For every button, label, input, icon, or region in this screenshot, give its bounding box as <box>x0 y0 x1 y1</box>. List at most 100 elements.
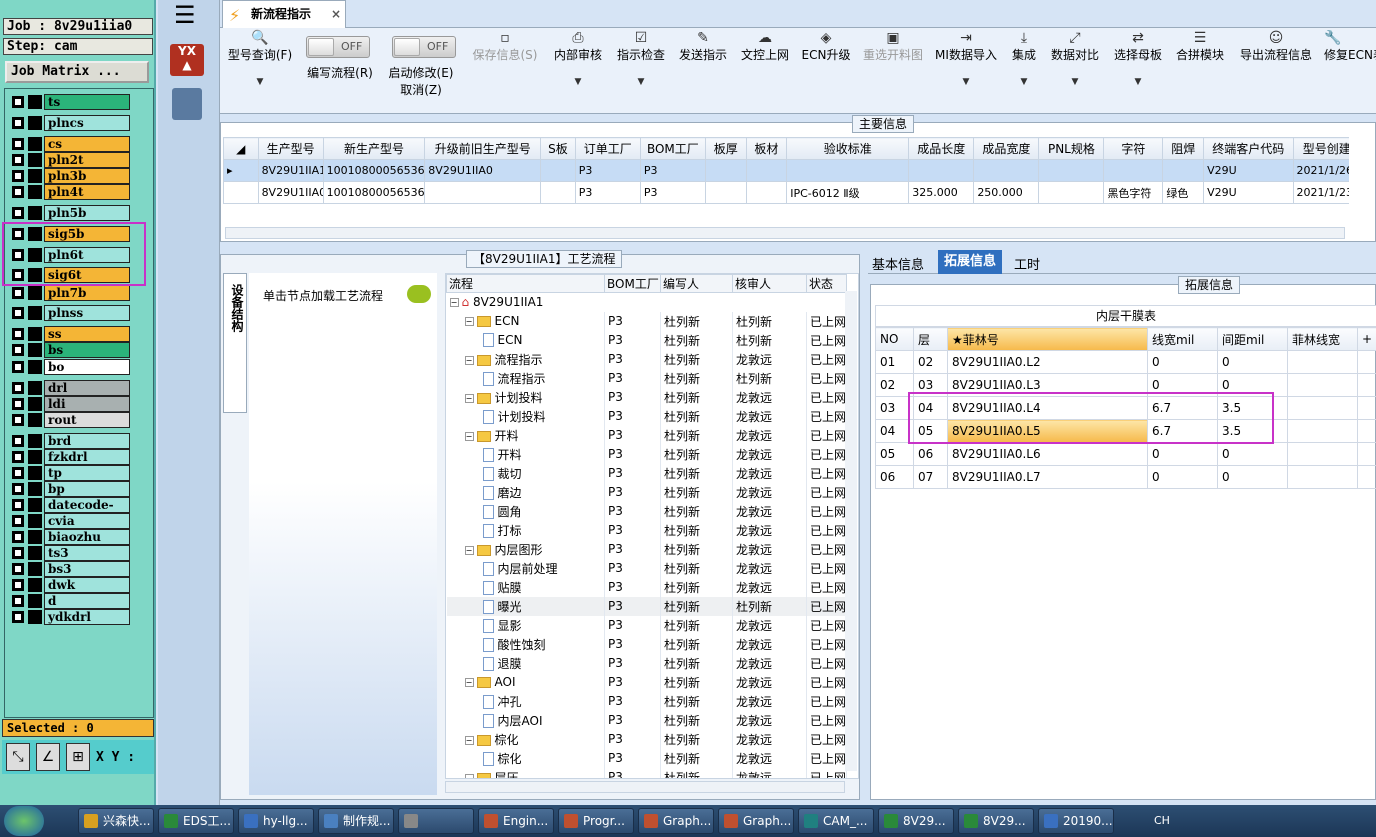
internal-review-button[interactable]: ⎙ 内部审核 ▼ <box>550 30 606 87</box>
collapse-icon[interactable]: − <box>464 545 474 555</box>
tree-horizontal-scrollbar[interactable] <box>445 781 845 793</box>
cancel-button[interactable]: 取消(Z) <box>384 81 458 98</box>
layer-row[interactable]: biaozhu <box>10 529 130 545</box>
layer-row[interactable]: pln2t <box>10 152 130 168</box>
tab-work-hours[interactable]: 工时 <box>1014 254 1040 273</box>
layer-row[interactable]: bp <box>10 481 130 497</box>
tree-column-header[interactable]: 核审人 <box>732 274 807 293</box>
compare-button[interactable]: ⤢ 数据对比 ▼ <box>1048 30 1102 87</box>
tab-device-structure[interactable]: 设备结构 <box>223 273 247 413</box>
ext-table-row[interactable]: 06 07 8V29U1IIA0.L7 0 0 <box>875 465 1376 489</box>
tree-row[interactable]: 磨边 P3 杜列新 龙敦远 已上网 <box>446 482 847 502</box>
tree-row[interactable]: 酸性蚀刻 P3 杜列新 龙敦远 已上网 <box>446 634 847 654</box>
taskbar-item[interactable] <box>398 808 474 834</box>
tree-row[interactable]: ECN P3 杜列新 杜列新 已上网 <box>446 330 847 350</box>
close-icon[interactable]: × <box>331 1 341 27</box>
layer-name[interactable]: fzkdrl <box>44 449 130 465</box>
tree-column-header[interactable]: 状态 <box>806 274 847 293</box>
menu-icon[interactable]: ☰ <box>174 3 196 27</box>
tree-row[interactable]: 开料 P3 杜列新 龙敦远 已上网 <box>446 444 847 464</box>
layer-row[interactable]: bs3 <box>10 561 130 577</box>
layer-name[interactable]: biaozhu <box>44 529 130 545</box>
tree-row[interactable]: − ECN P3 杜列新 杜列新 已上网 <box>446 311 847 331</box>
calculator-icon[interactable] <box>172 88 202 120</box>
layer-row[interactable]: tp <box>10 465 130 481</box>
save-button[interactable]: ▫ 保存信息(S) <box>468 30 542 63</box>
layer-name[interactable]: brd <box>44 433 130 449</box>
layer-name[interactable]: ss <box>44 326 130 342</box>
collapse-icon[interactable]: − <box>449 298 459 308</box>
layer-checkbox[interactable] <box>12 595 24 607</box>
measure-icon[interactable]: ∠ <box>36 743 60 771</box>
ext-column-header[interactable]: 菲林线宽 <box>1287 327 1358 351</box>
mi-import-button[interactable]: ⇥ MI数据导入 ▼ <box>934 30 998 87</box>
layer-name[interactable]: pln7b <box>44 285 130 301</box>
column-header[interactable]: 字符 <box>1103 137 1164 160</box>
taskbar-item[interactable]: hy-llg... <box>238 808 314 834</box>
ime-indicator[interactable]: CH <box>1154 814 1170 827</box>
layer-checkbox[interactable] <box>12 515 24 527</box>
column-header[interactable]: 终端客户代码 <box>1203 137 1294 160</box>
layer-name[interactable]: bo <box>44 359 130 375</box>
column-header[interactable]: 新生产型号 <box>322 137 426 160</box>
layer-checkbox[interactable] <box>12 382 24 394</box>
layer-name[interactable]: pln2t <box>44 152 130 168</box>
layer-row[interactable]: brd <box>10 433 130 449</box>
layer-checkbox[interactable] <box>12 499 24 511</box>
tree-row[interactable]: − 开料 P3 杜列新 龙敦远 已上网 <box>446 425 847 445</box>
tree-row[interactable]: − 层压 P3 杜列新 龙敦远 已上网 <box>446 767 847 778</box>
layer-row[interactable]: pln5b <box>10 205 130 221</box>
layer-name[interactable]: ts3 <box>44 545 130 561</box>
tree-row[interactable]: − 计划投料 P3 杜列新 龙敦远 已上网 <box>446 387 847 407</box>
taskbar-item[interactable]: 20190... <box>1038 808 1114 834</box>
column-header[interactable]: 验收标准 <box>786 137 910 160</box>
layer-name[interactable]: bp <box>44 481 130 497</box>
layer-checkbox[interactable] <box>12 154 24 166</box>
model-query-button[interactable]: 🔍 型号查询(F) ▼ <box>224 30 296 87</box>
table-row[interactable]: ▸ 8V29U1IIA1 10010800056536 8V29U1IIA0 P3 P3 V… <box>223 159 1349 182</box>
ext-table-row[interactable]: 05 06 8V29U1IIA0.L6 0 0 <box>875 442 1376 466</box>
ext-column-header[interactable]: + <box>1357 327 1376 351</box>
tree-root-row[interactable]: − ⌂ 8V29U1IIA1 <box>447 293 847 312</box>
layer-name[interactable]: drl <box>44 380 130 396</box>
column-header[interactable]: 成品长度 <box>908 137 975 160</box>
ext-column-header[interactable]: 层 <box>913 327 948 351</box>
ext-column-header[interactable]: 线宽mil <box>1147 327 1218 351</box>
column-header[interactable]: PNL规格 <box>1038 137 1105 160</box>
taskbar-item[interactable]: 制作规... <box>318 808 394 834</box>
layer-name[interactable]: plnss <box>44 305 130 321</box>
layer-name[interactable]: datecode-bo <box>44 497 130 526</box>
ext-column-header[interactable]: NO <box>875 327 914 351</box>
layer-checkbox[interactable] <box>12 467 24 479</box>
layer-checkbox[interactable] <box>12 207 24 219</box>
horizontal-scrollbar[interactable] <box>225 227 1345 239</box>
zoom-box-icon[interactable]: ⤡ <box>6 743 30 771</box>
taskbar-item[interactable]: 兴森快... <box>78 808 154 834</box>
layer-checkbox[interactable] <box>12 531 24 543</box>
layer-checkbox[interactable] <box>12 287 24 299</box>
layer-row[interactable]: pln4t <box>10 184 130 200</box>
layer-checkbox[interactable] <box>12 563 24 575</box>
vertical-scrollbar[interactable] <box>845 291 857 771</box>
yx-logo-icon[interactable]: YX ▲ <box>170 44 204 76</box>
column-header[interactable]: 成品宽度 <box>973 137 1040 160</box>
layer-checkbox[interactable] <box>12 170 24 182</box>
select-mother-button[interactable]: ⇄ 选择母板 ▼ <box>1110 30 1166 87</box>
collapse-icon[interactable]: − <box>464 773 474 778</box>
taskbar-item[interactable]: Graph... <box>638 808 714 834</box>
layer-name[interactable]: dwk <box>44 577 130 593</box>
instruction-check-button[interactable]: ☑ 指示检查 ▼ <box>614 30 668 87</box>
taskbar-item[interactable]: EDS工... <box>158 808 234 834</box>
table-row[interactable]: 8V29U1IIA0 10010800056536 P3 P3 IPC-6012 Ⅱ级 3… <box>223 181 1349 204</box>
job-matrix-button[interactable]: Job Matrix ... <box>5 61 149 83</box>
layer-name[interactable]: bs3 <box>44 561 130 577</box>
collapse-icon[interactable]: − <box>464 317 474 326</box>
collapse-icon[interactable]: − <box>464 735 474 745</box>
layer-name[interactable]: ldi <box>44 396 130 412</box>
edit-flow-toggle[interactable]: OFF <box>306 36 370 58</box>
upload-button[interactable]: ☁ 文控上网 <box>738 30 792 63</box>
reselect-cut-button[interactable]: ▣ 重选开料图 <box>858 30 928 63</box>
layer-name[interactable]: plncs <box>44 115 130 131</box>
layer-name[interactable]: tp <box>44 465 130 481</box>
tree-column-header[interactable]: 编写人 <box>660 274 733 293</box>
